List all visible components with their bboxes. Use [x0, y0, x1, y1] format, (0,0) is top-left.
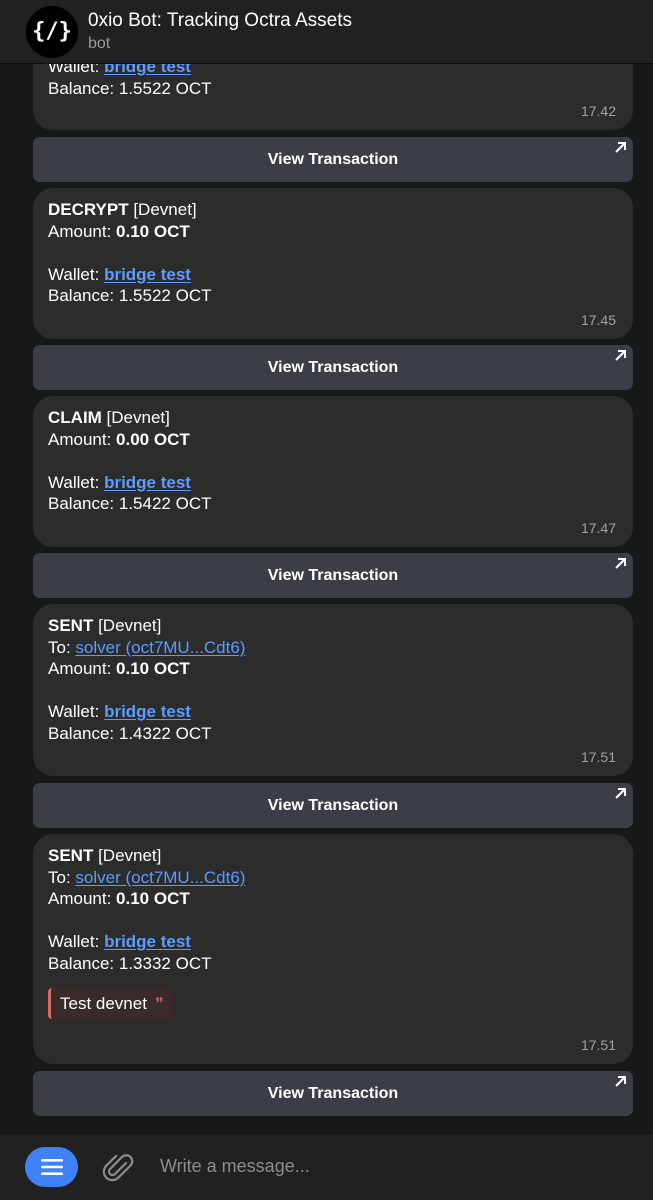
message-bubble: CLAIM [Devnet] Amount: 0.00 OCT Wallet: … [33, 396, 633, 547]
balance-line: Balance: 1.5522 OCT [48, 286, 212, 305]
wallet-link[interactable]: bridge test [104, 265, 191, 284]
external-link-arrow-icon [615, 142, 626, 153]
message-time: 17.42 [580, 102, 616, 119]
external-link-arrow-icon [615, 350, 626, 361]
bot-menu-button[interactable] [25, 1147, 78, 1187]
menu-icon [40, 1159, 63, 1175]
paperclip-icon[interactable] [102, 1151, 136, 1185]
message-bubble: DECRYPT [Devnet] Amount: 0.10 OCT Wallet… [33, 188, 633, 339]
message-bubble: SENT [Devnet] To: solver (oct7MU...Cdt6)… [33, 604, 633, 776]
wallet-link[interactable]: bridge test [104, 702, 191, 721]
avatar[interactable]: {/} [26, 5, 78, 58]
message-time: 17.51 [580, 748, 616, 765]
wallet-link[interactable]: bridge test [104, 473, 191, 492]
external-link-arrow-icon [615, 788, 626, 799]
chat-messages-area: Wallet: bridge test Balance: 1.5522 OCT … [0, 0, 653, 1133]
transaction-type-line: CLAIM [Devnet] [48, 408, 170, 427]
message-bubble: SENT [Devnet] To: solver (oct7MU...Cdt6)… [33, 834, 633, 1064]
message-composer: Write a message... [0, 1133, 653, 1200]
recipient-link[interactable]: solver (oct7MU...Cdt6) [75, 868, 245, 887]
chat-info[interactable]: 0xio Bot: Tracking Octra Assets bot [88, 9, 352, 55]
chat-header: {/} 0xio Bot: Tracking Octra Assets bot [0, 0, 653, 64]
transaction-type-line: DECRYPT [Devnet] [48, 200, 197, 219]
quote-icon: ” [154, 993, 164, 1013]
chat-subtitle: bot [88, 34, 111, 52]
balance-line: Balance: 1.5522 OCT [48, 78, 212, 98]
amount-line: Amount: 0.00 OCT [48, 429, 190, 449]
message-time: 17.45 [580, 311, 616, 328]
external-link-arrow-icon [615, 1076, 626, 1087]
balance-line: Balance: 1.5422 OCT [48, 494, 212, 513]
amount-line: Amount: 0.10 OCT [48, 889, 190, 908]
view-transaction-button[interactable]: View Transaction [33, 137, 633, 182]
wallet-line: Wallet: bridge test [48, 472, 191, 492]
message-time: 17.47 [580, 519, 616, 536]
wallet-line: Wallet: bridge test [48, 932, 191, 951]
view-transaction-button[interactable]: View Transaction [33, 1071, 633, 1116]
message-input[interactable]: Write a message... [160, 1156, 310, 1177]
balance-line: Balance: 1.4322 OCT [48, 723, 212, 743]
recipient-link[interactable]: solver (oct7MU...Cdt6) [75, 638, 245, 657]
wallet-line: Wallet: bridge test [48, 702, 191, 721]
view-transaction-button[interactable]: View Transaction [33, 783, 633, 828]
amount-line: Amount: 0.10 OCT [48, 659, 190, 678]
transaction-type-line: SENT [Devnet] [48, 846, 162, 865]
recipient-line: To: solver (oct7MU...Cdt6) [48, 867, 246, 887]
amount-line: Amount: 0.10 OCT [48, 221, 190, 241]
view-transaction-button[interactable]: View Transaction [33, 345, 633, 390]
note-quote: Test devnet ” [48, 988, 174, 1019]
view-transaction-button[interactable]: View Transaction [33, 553, 633, 598]
recipient-line: To: solver (oct7MU...Cdt6) [48, 637, 246, 657]
wallet-link[interactable]: bridge test [104, 932, 191, 951]
chat-title: 0xio Bot: Tracking Octra Assets [88, 9, 352, 31]
external-link-arrow-icon [615, 558, 626, 569]
message-time: 17.51 [580, 1036, 616, 1053]
transaction-type-line: SENT [Devnet] [48, 616, 162, 635]
wallet-line: Wallet: bridge test [48, 264, 191, 284]
balance-line: Balance: 1.3332 OCT [48, 953, 212, 973]
